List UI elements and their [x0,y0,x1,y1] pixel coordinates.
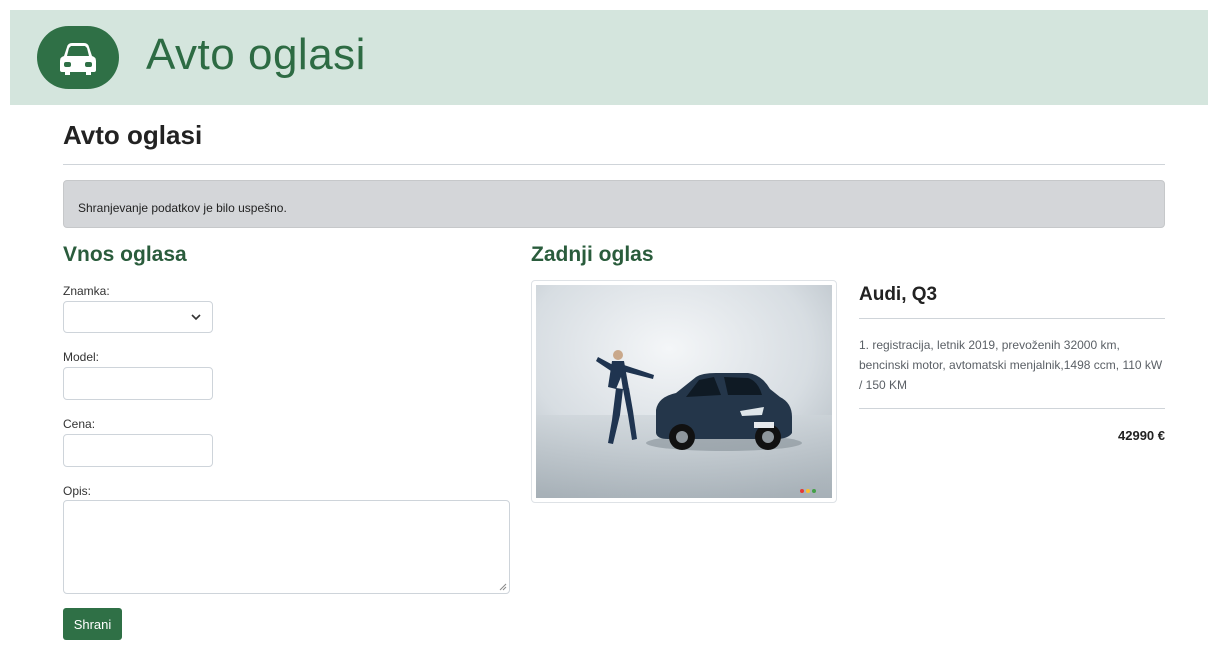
model-input[interactable] [63,367,213,400]
price-input[interactable] [63,434,213,467]
car-photo [536,285,832,498]
price-label: Cena: [63,417,96,431]
ad-description: 1. registracija, letnik 2019, prevoženih… [859,338,1163,392]
latest-ad-section-title: Zadnji oglas [531,243,654,266]
ad-title-divider [859,318,1165,319]
save-button[interactable]: Shrani [63,608,122,640]
ad-description-divider [859,408,1165,409]
chevron-down-icon [191,314,201,321]
brand-select[interactable] [63,301,213,333]
ad-car-title: Audi, Q3 [859,284,938,305]
page-title: Avto oglasi [63,120,203,150]
model-label: Model: [63,350,100,364]
car-image-frame [531,280,837,503]
success-alert: Shranjevanje podatkov je bilo uspešno. [63,180,1165,228]
logo [37,26,119,89]
description-textarea[interactable] [63,500,510,594]
brand-label: Znamka: [63,284,110,298]
header-banner: Avto oglasi [10,10,1208,105]
car-front-icon [60,42,96,75]
form-section-title: Vnos oglasa [63,243,187,266]
alert-message: Shranjevanje podatkov je bilo uspešno. [78,201,287,215]
description-label: Opis: [63,484,92,498]
ad-price: 42990 € [1118,428,1165,443]
title-divider [63,164,1165,165]
brand-title: Avto oglasi [146,30,366,79]
resize-grip-icon[interactable] [498,582,507,591]
